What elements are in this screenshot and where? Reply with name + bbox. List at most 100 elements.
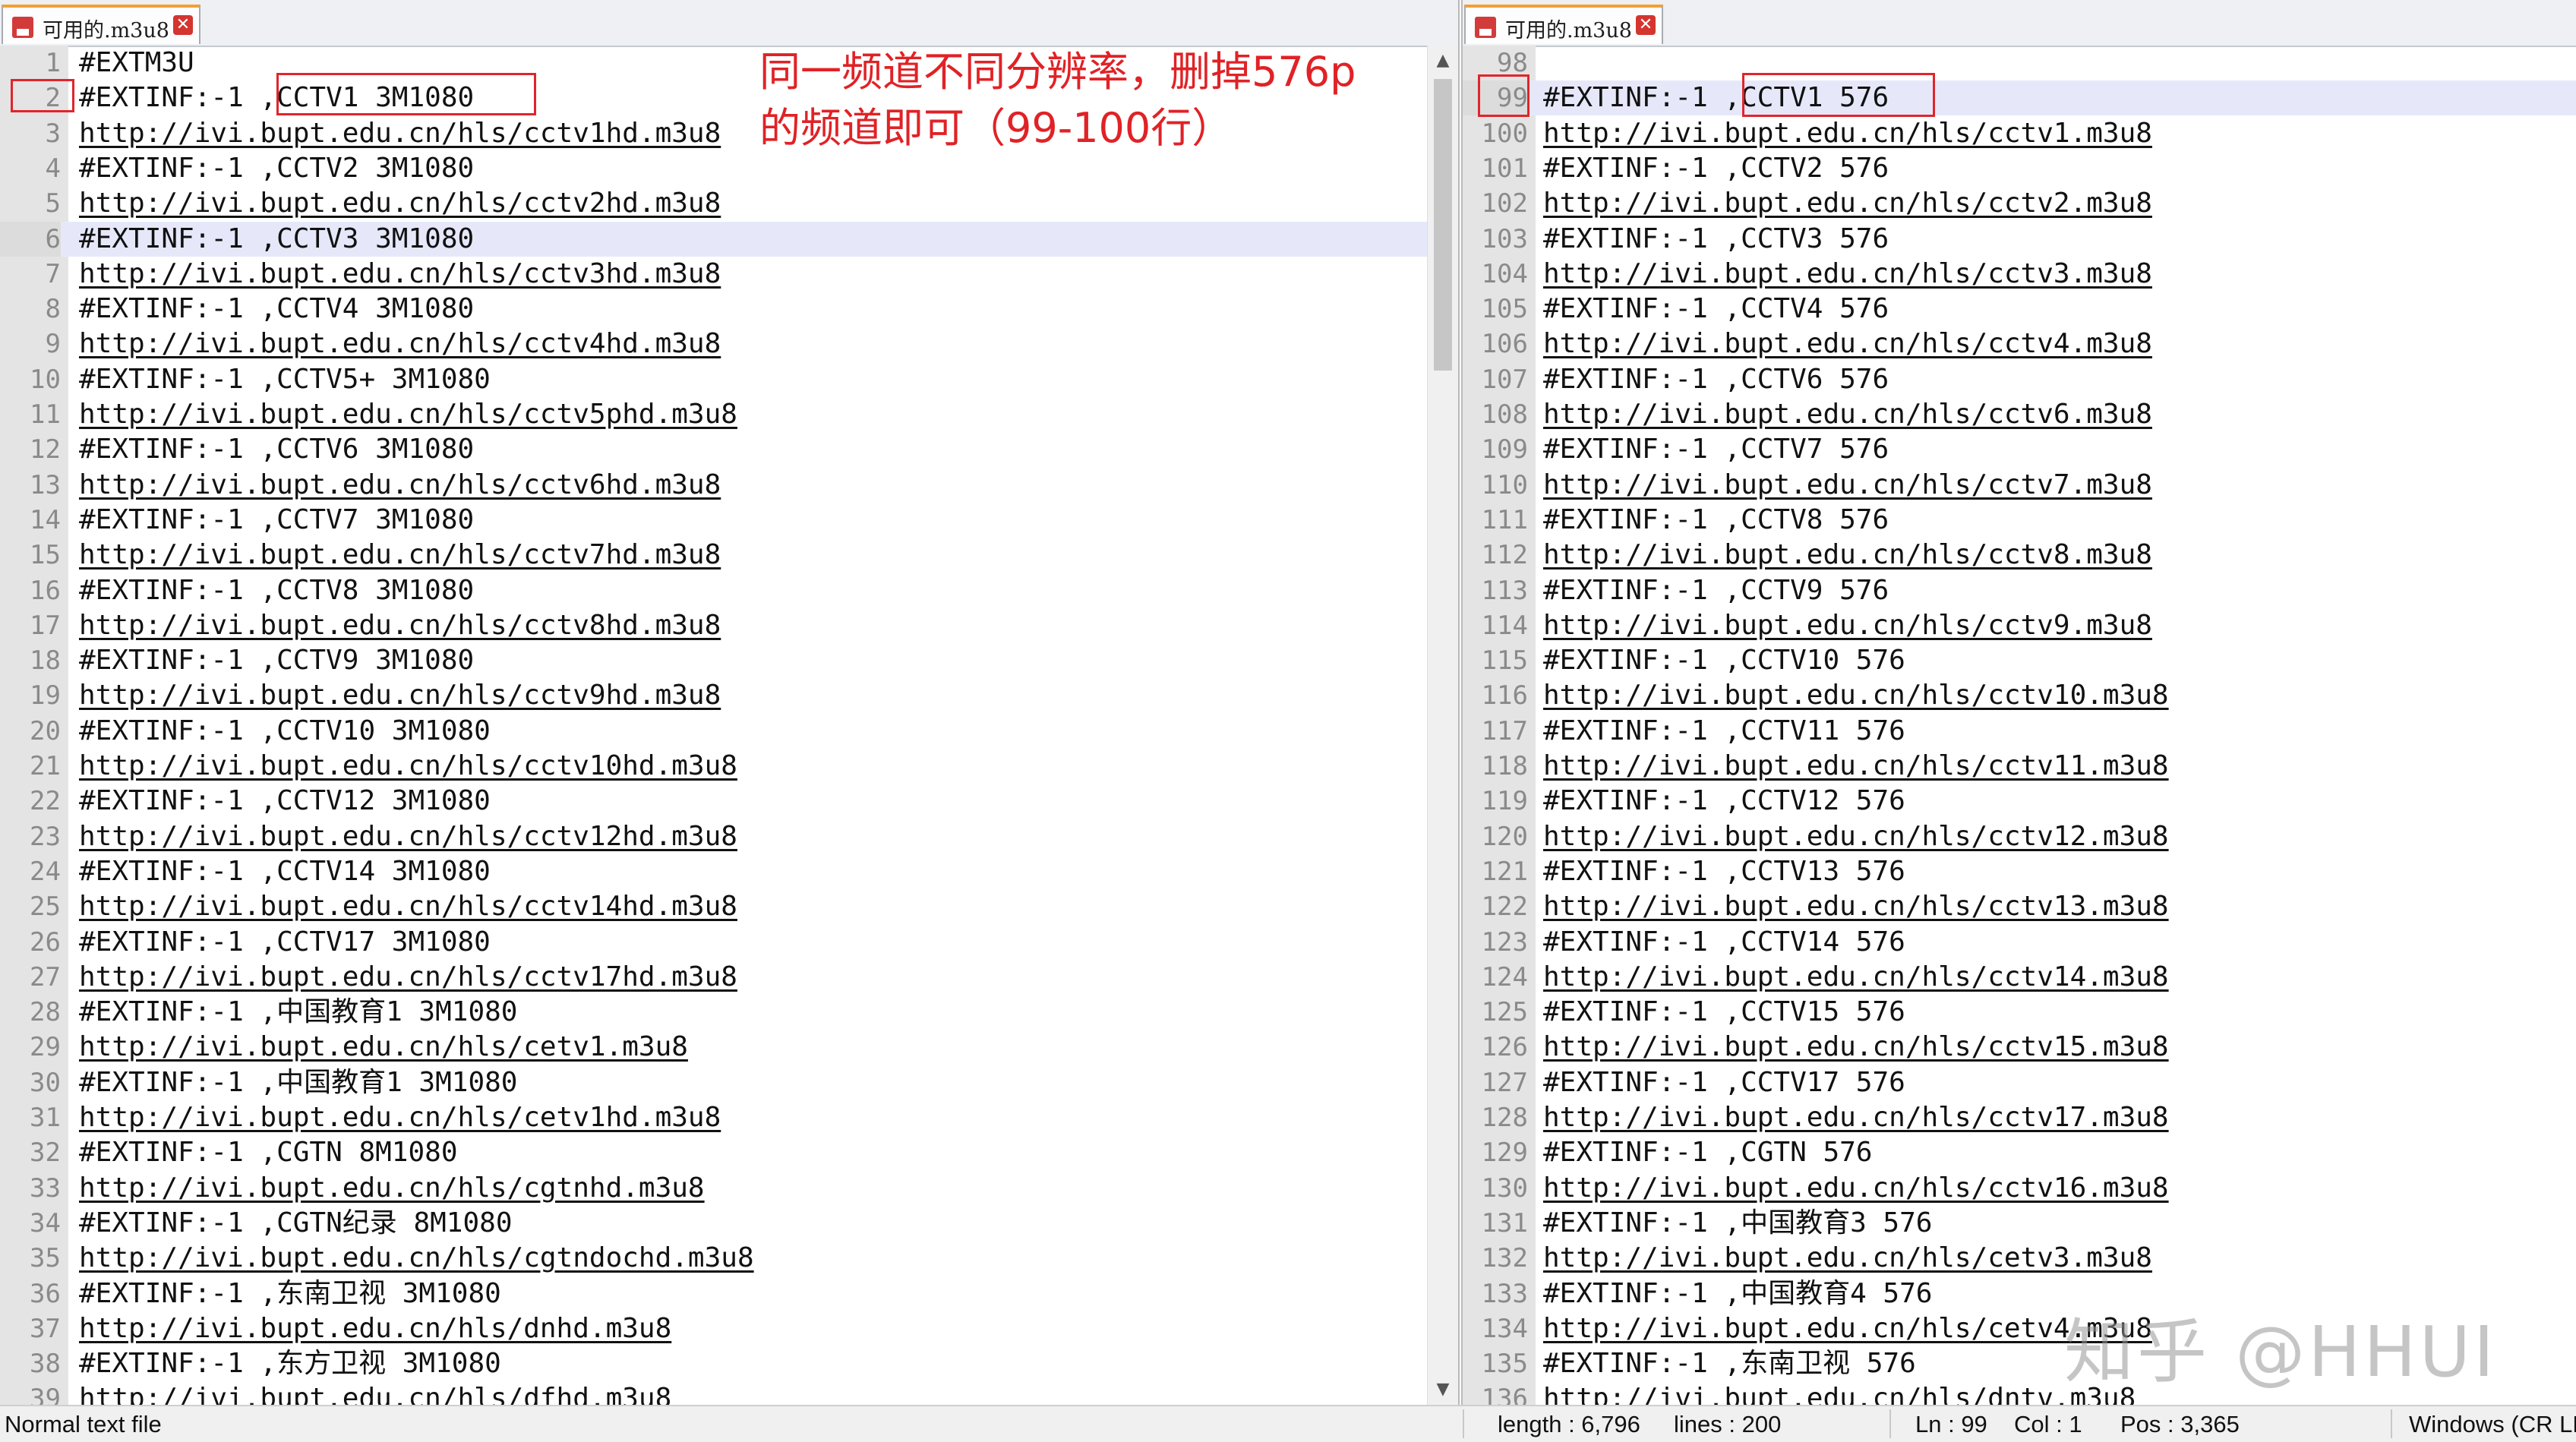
url-text[interactable]: http://ivi.bupt.edu.cn/hls/cctv2.m3u8 [1543, 186, 2152, 221]
url-text[interactable]: http://ivi.bupt.edu.cn/hls/cctv12.m3u8 [1543, 819, 2169, 854]
editor-line[interactable]: 121 #EXTINF:-1 ,CCTV13 576 [1463, 854, 2576, 889]
editor-line[interactable]: 99 #EXTINF:-1 ,CCTV1 576 [1463, 80, 2576, 116]
editor-line[interactable]: 5 http://ivi.bupt.edu.cn/hls/cctv2hd.m3u8 [0, 186, 1458, 221]
right-file-tab[interactable]: 可用的.m3u8 ✕ [1464, 5, 1663, 44]
editor-line[interactable]: 14 #EXTINF:-1 ,CCTV7 3M1080 [0, 503, 1458, 538]
url-text[interactable]: http://ivi.bupt.edu.cn/hls/cctv3.m3u8 [1543, 257, 2152, 292]
url-text[interactable]: http://ivi.bupt.edu.cn/hls/cetv4.m3u8 [1543, 1311, 2152, 1346]
editor-line[interactable]: 101 #EXTINF:-1 ,CCTV2 576 [1463, 151, 2576, 186]
editor-line[interactable]: 24 #EXTINF:-1 ,CCTV14 3M1080 [0, 854, 1458, 889]
left-text-area[interactable]: 1 #EXTM3U 2 #EXTINF:-1 ,CCTV1 3M1080 3 http:/… [0, 46, 1458, 1405]
editor-line[interactable]: 38 #EXTINF:-1 ,东方卫视 3M1080 [0, 1346, 1458, 1381]
editor-line[interactable]: 20 #EXTINF:-1 ,CCTV10 3M1080 [0, 714, 1458, 749]
url-text[interactable]: http://ivi.bupt.edu.cn/hls/cctv11.m3u8 [1543, 749, 2169, 784]
url-text[interactable]: http://ivi.bupt.edu.cn/hls/cctv13.m3u8 [1543, 889, 2169, 924]
editor-line[interactable]: 109 #EXTINF:-1 ,CCTV7 576 [1463, 432, 2576, 467]
url-text[interactable]: http://ivi.bupt.edu.cn/hls/cctv15.m3u8 [1543, 1030, 2169, 1065]
url-text[interactable]: http://ivi.bupt.edu.cn/hls/cctv14.m3u8 [1543, 960, 2169, 995]
editor-line[interactable]: 115 #EXTINF:-1 ,CCTV10 576 [1463, 643, 2576, 678]
url-text[interactable]: http://ivi.bupt.edu.cn/hls/cctv7hd.m3u8 [79, 538, 721, 573]
editor-line[interactable]: 118 http://ivi.bupt.edu.cn/hls/cctv11.m3u… [1463, 749, 2576, 784]
editor-line[interactable]: 105 #EXTINF:-1 ,CCTV4 576 [1463, 292, 2576, 327]
editor-line[interactable]: 104 http://ivi.bupt.edu.cn/hls/cctv3.m3u8 [1463, 257, 2576, 292]
editor-line[interactable]: 17 http://ivi.bupt.edu.cn/hls/cctv8hd.m3u… [0, 608, 1458, 643]
editor-line[interactable]: 113 #EXTINF:-1 ,CCTV9 576 [1463, 573, 2576, 608]
url-text[interactable]: http://ivi.bupt.edu.cn/hls/cctv1hd.m3u8 [79, 116, 721, 151]
editor-line[interactable]: 128 http://ivi.bupt.edu.cn/hls/cctv17.m3u… [1463, 1100, 2576, 1135]
editor-line[interactable]: 13 http://ivi.bupt.edu.cn/hls/cctv6hd.m3u… [0, 468, 1458, 503]
editor-line[interactable]: 8 #EXTINF:-1 ,CCTV4 3M1080 [0, 292, 1458, 327]
url-text[interactable]: http://ivi.bupt.edu.cn/hls/cctv9.m3u8 [1543, 608, 2152, 643]
url-text[interactable]: http://ivi.bupt.edu.cn/hls/cctv8.m3u8 [1543, 538, 2152, 573]
editor-line[interactable]: 32 #EXTINF:-1 ,CGTN 8M1080 [0, 1135, 1458, 1170]
left-editor-pane[interactable]: 可用的.m3u8 ✕ 1 #EXTM3U 2 #EXTINF:-1 ,CCTV1 3M… [0, 0, 1460, 1405]
editor-line[interactable]: 39 http://ivi.bupt.edu.cn/hls/dfhd.m3u8 [0, 1381, 1458, 1405]
editor-line[interactable]: 132 http://ivi.bupt.edu.cn/hls/cetv3.m3u8 [1463, 1241, 2576, 1276]
url-text[interactable]: http://ivi.bupt.edu.cn/hls/cctv17hd.m3u8 [79, 960, 737, 995]
right-text-area[interactable]: 98 99 #EXTINF:-1 ,CCTV1 576 100 http://ivi.b… [1463, 46, 2576, 1405]
editor-line[interactable]: 122 http://ivi.bupt.edu.cn/hls/cctv13.m3u… [1463, 889, 2576, 924]
url-text[interactable]: http://ivi.bupt.edu.cn/hls/cgtndochd.m3u… [79, 1241, 754, 1276]
url-text[interactable]: http://ivi.bupt.edu.cn/hls/cctv7.m3u8 [1543, 468, 2152, 503]
editor-line[interactable]: 125 #EXTINF:-1 ,CCTV15 576 [1463, 995, 2576, 1030]
url-text[interactable]: http://ivi.bupt.edu.cn/hls/dnhd.m3u8 [79, 1311, 671, 1346]
url-text[interactable]: http://ivi.bupt.edu.cn/hls/cctv1.m3u8 [1543, 116, 2152, 151]
editor-line[interactable]: 116 http://ivi.bupt.edu.cn/hls/cctv10.m3u… [1463, 678, 2576, 713]
close-icon[interactable]: ✕ [173, 15, 193, 35]
editor-line[interactable]: 111 #EXTINF:-1 ,CCTV8 576 [1463, 503, 2576, 538]
editor-line[interactable]: 21 http://ivi.bupt.edu.cn/hls/cctv10hd.m3… [0, 749, 1458, 784]
right-editor-pane[interactable]: 可用的.m3u8 ✕ 98 99 #EXTINF:-1 ,CCTV1 576 100 h… [1461, 0, 2576, 1405]
editor-line[interactable]: 19 http://ivi.bupt.edu.cn/hls/cctv9hd.m3u… [0, 678, 1458, 713]
url-text[interactable]: http://ivi.bupt.edu.cn/hls/cctv12hd.m3u8 [79, 819, 737, 854]
editor-line[interactable]: 31 http://ivi.bupt.edu.cn/hls/cetv1hd.m3u… [0, 1100, 1458, 1135]
url-text[interactable]: http://ivi.bupt.edu.cn/hls/cctv8hd.m3u8 [79, 608, 721, 643]
url-text[interactable]: http://ivi.bupt.edu.cn/hls/cctv5phd.m3u8 [79, 397, 737, 432]
url-text[interactable]: http://ivi.bupt.edu.cn/hls/cctv4.m3u8 [1543, 327, 2152, 361]
editor-line[interactable]: 114 http://ivi.bupt.edu.cn/hls/cctv9.m3u8 [1463, 608, 2576, 643]
editor-line[interactable]: 23 http://ivi.bupt.edu.cn/hls/cctv12hd.m3… [0, 819, 1458, 854]
editor-line[interactable]: 25 http://ivi.bupt.edu.cn/hls/cctv14hd.m3… [0, 889, 1458, 924]
url-text[interactable]: http://ivi.bupt.edu.cn/hls/cetv3.m3u8 [1543, 1241, 2152, 1276]
left-file-tab[interactable]: 可用的.m3u8 ✕ [2, 5, 200, 44]
url-text[interactable]: http://ivi.bupt.edu.cn/hls/cctv2hd.m3u8 [79, 186, 721, 221]
editor-line[interactable]: 33 http://ivi.bupt.edu.cn/hls/cgtnhd.m3u8 [0, 1171, 1458, 1206]
scroll-up-arrow-icon[interactable]: ▲ [1428, 46, 1458, 76]
url-text[interactable]: http://ivi.bupt.edu.cn/hls/cctv14hd.m3u8 [79, 889, 737, 924]
url-text[interactable]: http://ivi.bupt.edu.cn/hls/cctv3hd.m3u8 [79, 257, 721, 292]
editor-line[interactable]: 34 #EXTINF:-1 ,CGTN纪录 8M1080 [0, 1206, 1458, 1241]
editor-line[interactable]: 26 #EXTINF:-1 ,CCTV17 3M1080 [0, 925, 1458, 960]
url-text[interactable]: http://ivi.bupt.edu.cn/hls/cgtnhd.m3u8 [79, 1171, 705, 1206]
editor-line[interactable]: 7 http://ivi.bupt.edu.cn/hls/cctv3hd.m3u8 [0, 257, 1458, 292]
editor-line[interactable]: 15 http://ivi.bupt.edu.cn/hls/cctv7hd.m3u… [0, 538, 1458, 573]
url-text[interactable]: http://ivi.bupt.edu.cn/hls/cctv10hd.m3u8 [79, 749, 737, 784]
editor-line[interactable]: 103 #EXTINF:-1 ,CCTV3 576 [1463, 222, 2576, 257]
close-icon[interactable]: ✕ [1636, 15, 1656, 35]
editor-line[interactable]: 120 http://ivi.bupt.edu.cn/hls/cctv12.m3u… [1463, 819, 2576, 854]
editor-line[interactable]: 131 #EXTINF:-1 ,中国教育3 576 [1463, 1206, 2576, 1241]
editor-line[interactable]: 16 #EXTINF:-1 ,CCTV8 3M1080 [0, 573, 1458, 608]
editor-line[interactable]: 29 http://ivi.bupt.edu.cn/hls/cetv1.m3u8 [0, 1030, 1458, 1065]
url-text[interactable]: http://ivi.bupt.edu.cn/hls/cctv6hd.m3u8 [79, 468, 721, 503]
editor-line[interactable]: 108 http://ivi.bupt.edu.cn/hls/cctv6.m3u8 [1463, 397, 2576, 432]
editor-line[interactable]: 106 http://ivi.bupt.edu.cn/hls/cctv4.m3u8 [1463, 327, 2576, 361]
editor-line[interactable]: 119 #EXTINF:-1 ,CCTV12 576 [1463, 784, 2576, 819]
editor-line[interactable]: 124 http://ivi.bupt.edu.cn/hls/cctv14.m3u… [1463, 960, 2576, 995]
editor-line[interactable]: 18 #EXTINF:-1 ,CCTV9 3M1080 [0, 643, 1458, 678]
editor-line[interactable]: 98 [1463, 46, 2576, 80]
editor-line[interactable]: 22 #EXTINF:-1 ,CCTV12 3M1080 [0, 784, 1458, 819]
url-text[interactable]: http://ivi.bupt.edu.cn/hls/cctv6.m3u8 [1543, 397, 2152, 432]
url-text[interactable]: http://ivi.bupt.edu.cn/hls/cctv10.m3u8 [1543, 678, 2169, 713]
editor-line[interactable]: 9 http://ivi.bupt.edu.cn/hls/cctv4hd.m3u8 [0, 327, 1458, 361]
editor-line[interactable]: 102 http://ivi.bupt.edu.cn/hls/cctv2.m3u8 [1463, 186, 2576, 221]
editor-line[interactable]: 37 http://ivi.bupt.edu.cn/hls/dnhd.m3u8 [0, 1311, 1458, 1346]
scrollbar-thumb[interactable] [1434, 79, 1452, 371]
editor-line[interactable]: 127 #EXTINF:-1 ,CCTV17 576 [1463, 1065, 2576, 1100]
editor-line[interactable]: 28 #EXTINF:-1 ,中国教育1 3M1080 [0, 995, 1458, 1030]
url-text[interactable]: http://ivi.bupt.edu.cn/hls/cctv17.m3u8 [1543, 1100, 2169, 1135]
left-vertical-scrollbar[interactable]: ▲ ▼ [1427, 46, 1458, 1405]
url-text[interactable]: http://ivi.bupt.edu.cn/hls/cetv1.m3u8 [79, 1030, 688, 1065]
editor-line[interactable]: 110 http://ivi.bupt.edu.cn/hls/cctv7.m3u8 [1463, 468, 2576, 503]
editor-line[interactable]: 129 #EXTINF:-1 ,CGTN 576 [1463, 1135, 2576, 1170]
url-text[interactable]: http://ivi.bupt.edu.cn/hls/dfhd.m3u8 [79, 1381, 671, 1405]
url-text[interactable]: http://ivi.bupt.edu.cn/hls/dntv.m3u8 [1543, 1381, 2136, 1405]
